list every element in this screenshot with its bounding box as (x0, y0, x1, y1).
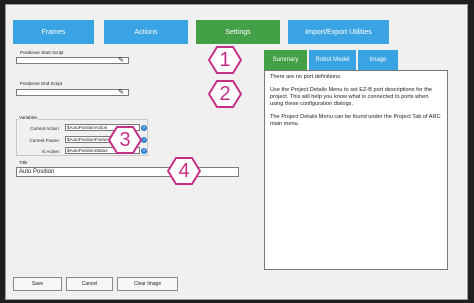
panel-tab-image[interactable]: Image (358, 50, 398, 70)
tab-actions[interactable]: Actions (104, 20, 188, 44)
pencil-icon[interactable]: ✎ (118, 57, 124, 64)
callout-4-marker: 4 (167, 157, 201, 185)
summary-paragraph: Use the Project Details Menu to set EZ-B… (270, 87, 432, 107)
current-action-label: Current Action: (30, 126, 60, 131)
pencil-icon[interactable]: ✎ (118, 89, 124, 96)
variables-group-title: Variables (18, 115, 39, 120)
callout-2-marker: 2 (208, 80, 242, 108)
callout-4-number: 4 (178, 159, 190, 182)
tab-frames[interactable]: Frames (13, 20, 94, 44)
clear-image-button[interactable]: Clear Image (117, 277, 178, 291)
end-script-label: Positioner End Script (20, 81, 63, 86)
callout-3-number: 3 (119, 128, 131, 151)
panel-tab-summary[interactable]: Summary (264, 50, 307, 70)
callout-3-marker: 3 (108, 126, 142, 154)
end-script-field[interactable] (16, 89, 129, 96)
summary-paragraph: The Project Details Menu can be found un… (270, 114, 441, 127)
callout-1-number: 1 (219, 48, 231, 71)
start-script-field[interactable] (16, 57, 129, 64)
summary-paragraph: There are no port definitions. (270, 74, 342, 80)
title-field[interactable]: Auto Position (16, 167, 239, 177)
panel-tab-robot-model[interactable]: Robot Model (309, 50, 356, 70)
callout-1-marker: 1 (208, 46, 242, 74)
save-button[interactable]: Save (13, 277, 62, 291)
cancel-button[interactable]: Cancel (66, 277, 113, 291)
is-active-label: Is Active: (41, 149, 60, 154)
tab-settings[interactable]: Settings (196, 20, 280, 44)
tab-import-export-utilities[interactable]: Import/Export Utilities (288, 20, 389, 44)
current-frame-label: Current Frame: (29, 138, 60, 143)
callout-2-number: 2 (219, 82, 231, 105)
summary-panel: There are no port definitions. Use the P… (264, 70, 448, 270)
title-label: Title (19, 160, 28, 165)
start-script-label: Positioner Start Script (20, 50, 64, 55)
